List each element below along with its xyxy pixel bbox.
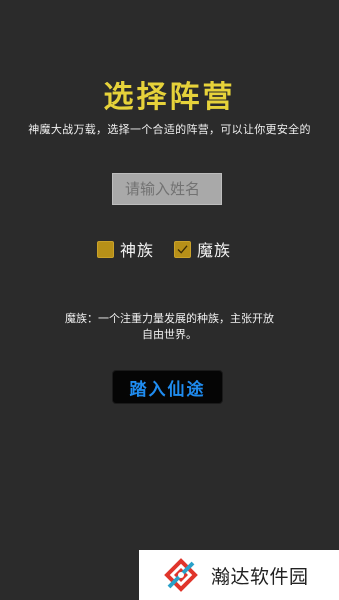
- faction-select-screen: 选择阵营 神魔大战万载，选择一个合适的阵营，可以让你更安全的 神族 魔族 魔族：…: [0, 0, 339, 600]
- faction-option-mo[interactable]: 魔族: [174, 238, 231, 260]
- watermark: 瀚达软件园: [139, 550, 339, 600]
- page-subtitle: 神魔大战万载，选择一个合适的阵营，可以让你更安全的: [28, 123, 311, 136]
- handa-logo-icon: [161, 555, 201, 595]
- description-line-2: 自由世界。: [142, 328, 197, 341]
- shen-checkbox[interactable]: [97, 240, 114, 258]
- page-title: 选择阵营: [103, 80, 236, 115]
- checkmark-icon: [177, 244, 188, 254]
- faction-description: 魔族：一个注重力量发展的种族，主张开放 自由世界。: [30, 311, 309, 343]
- watermark-text: 瀚达软件园: [211, 565, 309, 588]
- mo-checkbox[interactable]: [174, 240, 191, 258]
- description-line-1: 魔族：一个注重力量发展的种族，主张开放: [65, 312, 274, 325]
- faction-option-shen[interactable]: 神族: [97, 238, 154, 260]
- enter-game-button[interactable]: 踏入仙途: [112, 370, 223, 404]
- mo-label: 魔族: [197, 241, 232, 260]
- name-input[interactable]: [112, 173, 222, 205]
- shen-label: 神族: [120, 241, 155, 260]
